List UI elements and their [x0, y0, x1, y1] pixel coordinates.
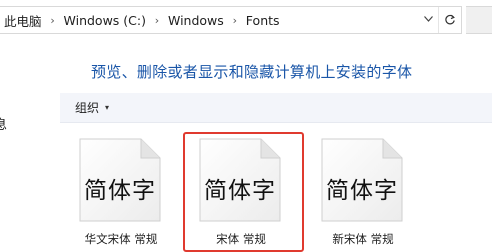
font-file-icon: 简体字 [321, 138, 403, 222]
breadcrumb-fonts[interactable]: Fonts [244, 13, 282, 28]
font-file-icon: 简体字 [199, 138, 281, 222]
breadcrumb-drive-c[interactable]: Windows (C:) [62, 13, 148, 28]
font-file-icon: 简体字 [79, 138, 161, 222]
page-heading-link[interactable]: 预览、删除或者显示和隐藏计算机上安装的字体 [91, 61, 412, 82]
caret-down-icon: ▾ [105, 103, 110, 112]
command-toolbar: 组织 ▾ [60, 93, 492, 123]
organize-button[interactable]: 组织 ▾ [75, 99, 109, 116]
breadcrumb-separator-icon[interactable]: › [148, 14, 166, 27]
breadcrumb-windows[interactable]: Windows [166, 13, 226, 28]
breadcrumb-this-pc[interactable]: 此电脑 [0, 11, 44, 30]
font-name-label: 新宋体 常规 [332, 232, 394, 246]
font-name-label: 华文宋体 常规 [84, 232, 158, 246]
font-tile[interactable]: 简体字 华文宋体 常规 [73, 138, 169, 248]
breadcrumb-separator-icon[interactable]: › [226, 14, 244, 27]
search-box-edge[interactable] [466, 6, 492, 34]
font-preview-glyphs: 简体字 [84, 178, 156, 204]
font-name-label: 宋体 常规 [216, 232, 266, 246]
chevron-down-icon[interactable] [420, 15, 436, 25]
font-tile[interactable]: 简体字 新宋体 常规 [315, 138, 411, 248]
font-preview-glyphs: 简体字 [204, 178, 276, 204]
address-bar[interactable]: 此电脑 › Windows (C:) › Windows › Fonts [0, 6, 462, 34]
breadcrumb-separator-icon[interactable]: › [44, 14, 62, 27]
organize-label: 组织 [75, 101, 100, 115]
font-tile-selected[interactable]: 简体字 宋体 常规 [193, 138, 289, 248]
refresh-icon[interactable] [438, 7, 461, 33]
font-preview-glyphs: 简体字 [326, 178, 398, 204]
nav-pane-item[interactable]: 息 [0, 114, 7, 133]
